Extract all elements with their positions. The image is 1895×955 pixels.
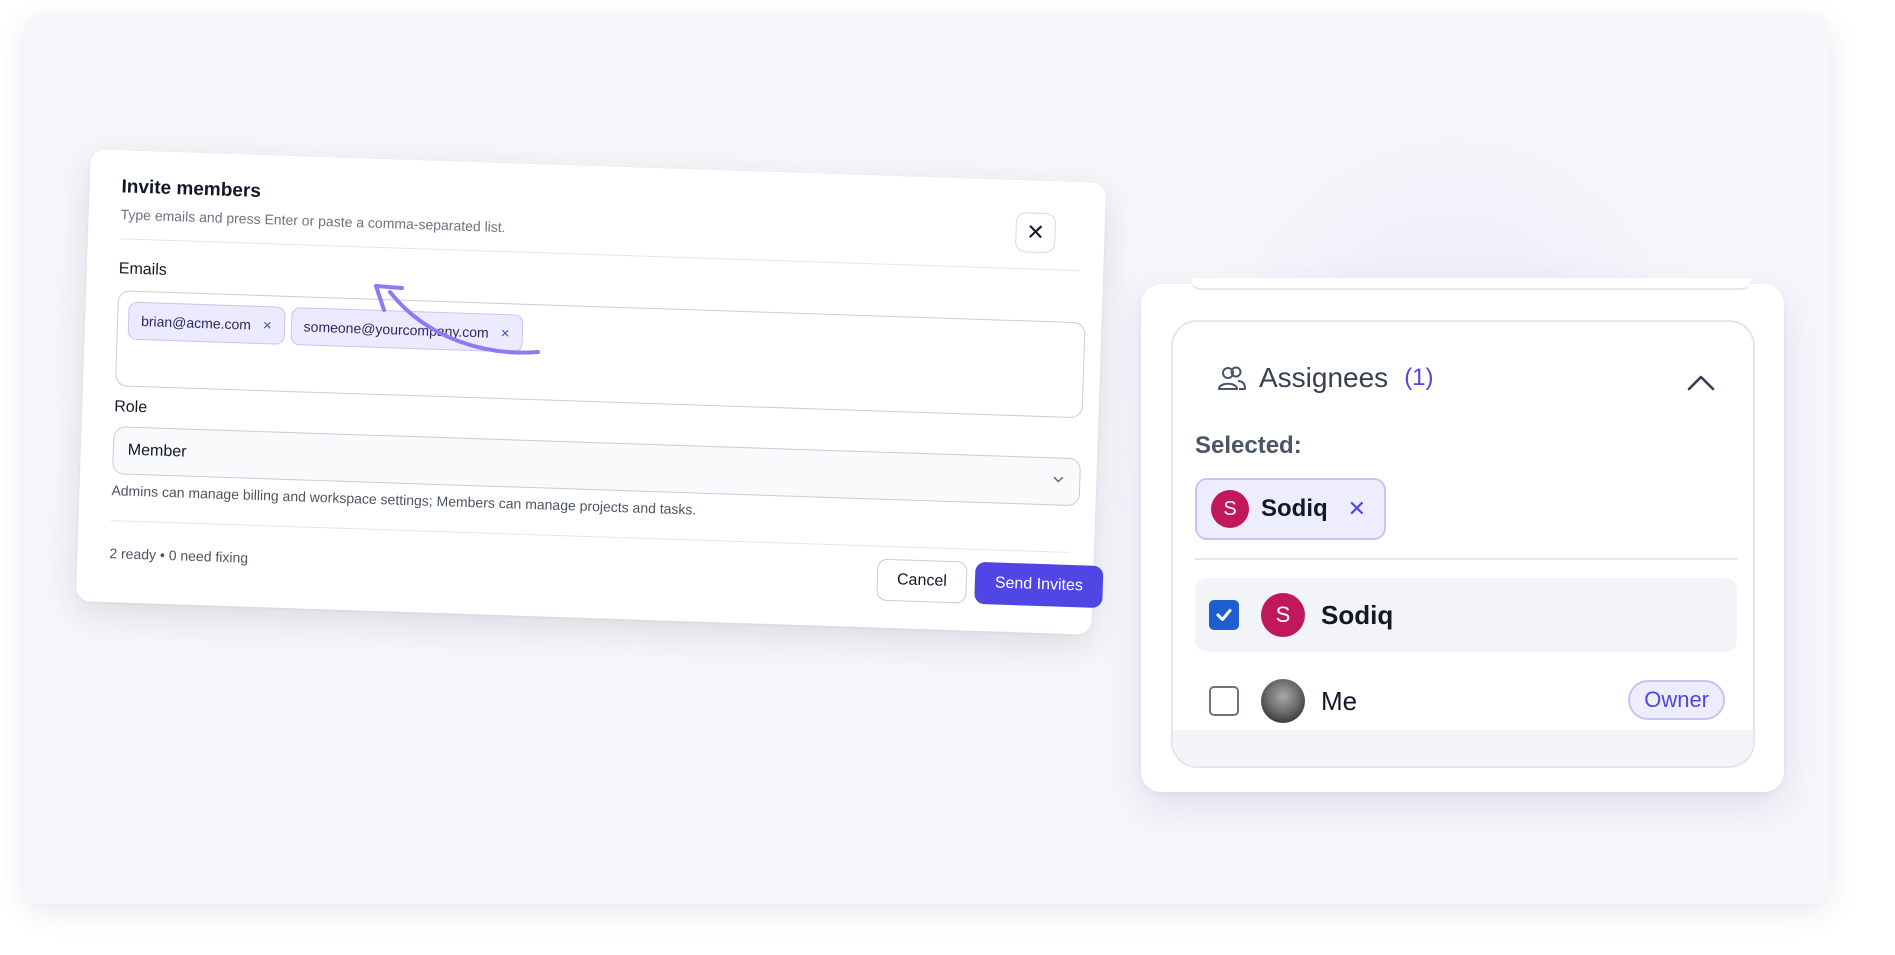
role-label: Role <box>113 398 148 417</box>
canvas-background: Invite members Type emails and press Ent… <box>24 14 1830 904</box>
checkbox-checked[interactable] <box>1209 600 1239 630</box>
cancel-button[interactable]: Cancel <box>876 558 968 604</box>
header-divider <box>119 238 1080 272</box>
role-value: Member <box>127 441 187 461</box>
check-icon <box>1216 609 1232 621</box>
assignees-panel: Assignees (1) Selected: S Sodiq ✕ S Sodi… <box>1171 320 1755 768</box>
close-button[interactable]: ✕ <box>1014 211 1057 254</box>
footer-divider <box>110 520 1070 553</box>
remove-assignee-icon[interactable]: ✕ <box>1348 496 1366 522</box>
dialog-subtitle: Type emails and press Enter or paste a c… <box>120 206 506 236</box>
selected-assignee-chip: S Sodiq ✕ <box>1195 478 1387 540</box>
assignee-name: Sodiq <box>1321 599 1394 630</box>
owner-badge: Owner <box>1628 680 1725 720</box>
avatar: S <box>1261 593 1305 637</box>
assignee-name: Me <box>1321 685 1358 716</box>
assignees-card: Assignees (1) Selected: S Sodiq ✕ S Sodi… <box>1141 278 1784 792</box>
assignees-header[interactable]: Assignees (1) <box>1217 362 1434 394</box>
invite-members-dialog: Invite members Type emails and press Ent… <box>75 149 1107 635</box>
avatar-photo <box>1261 679 1305 723</box>
selected-assignee-name: Sodiq <box>1261 495 1328 522</box>
emails-label: Emails <box>118 260 168 279</box>
selected-label: Selected: <box>1195 432 1302 459</box>
checkbox-unchecked[interactable] <box>1209 686 1239 716</box>
users-icon <box>1218 366 1246 390</box>
email-chip: brian@acme.com × <box>127 301 286 345</box>
avatar: S <box>1211 490 1249 528</box>
selected-divider <box>1195 558 1737 560</box>
emails-input[interactable]: brian@acme.com × someone@yourcompany.com… <box>114 290 1086 419</box>
status-text: 2 ready • 0 need fixing <box>109 545 249 566</box>
previous-section-edge <box>1191 278 1751 290</box>
email-chip-text: brian@acme.com <box>140 313 252 333</box>
send-invites-button[interactable]: Send Invites <box>974 561 1104 609</box>
list-item[interactable]: S Sodiq <box>1195 578 1737 652</box>
annotation-arrow-icon <box>374 284 540 355</box>
chevron-down-icon <box>1053 476 1064 483</box>
assignees-title: Assignees <box>1259 362 1389 393</box>
dialog-title: Invite members <box>121 176 262 202</box>
assignees-count: (1) <box>1404 364 1434 391</box>
chevron-up-icon[interactable] <box>1687 372 1715 392</box>
remove-chip-icon[interactable]: × <box>263 317 272 334</box>
close-icon: ✕ <box>1025 219 1046 245</box>
panel-footer <box>1173 730 1753 766</box>
list-item[interactable]: Me Owner <box>1195 664 1737 738</box>
